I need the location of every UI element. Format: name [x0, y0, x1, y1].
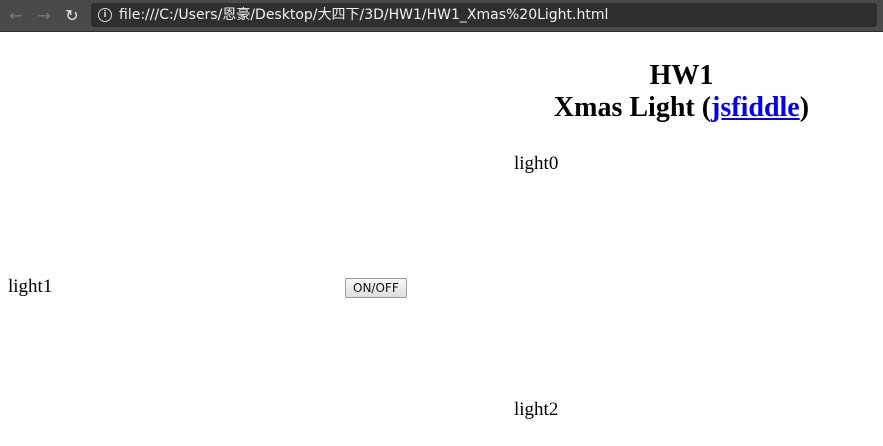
- title-line2-suffix: ): [799, 92, 810, 123]
- url-text[interactable]: file:///C:/Users/恩豪/Desktop/大四下/3D/HW1/H…: [119, 7, 608, 23]
- light2-label: light2: [514, 399, 559, 420]
- info-icon[interactable]: i: [98, 8, 112, 22]
- light0-label: light0: [514, 153, 559, 174]
- arrow-right-icon[interactable]: →: [34, 6, 54, 26]
- title-line1: HW1: [649, 60, 714, 91]
- page-content: HW1 Xmas Light (jsfiddle) light0 light1 …: [0, 33, 883, 446]
- arrow-left-icon[interactable]: ←: [6, 6, 26, 26]
- page-title: HW1 Xmas Light (jsfiddle): [480, 60, 883, 124]
- jsfiddle-link[interactable]: jsfiddle: [711, 92, 800, 123]
- address-bar[interactable]: i file:///C:/Users/恩豪/Desktop/大四下/3D/HW1…: [91, 3, 877, 27]
- browser-toolbar: ← → ↻ i file:///C:/Users/恩豪/Desktop/大四下/…: [0, 0, 883, 32]
- light1-label: light1: [8, 276, 53, 297]
- on-off-button[interactable]: ON/OFF: [345, 278, 407, 298]
- title-line2-prefix: Xmas Light (: [553, 92, 712, 123]
- reload-icon[interactable]: ↻: [62, 6, 82, 26]
